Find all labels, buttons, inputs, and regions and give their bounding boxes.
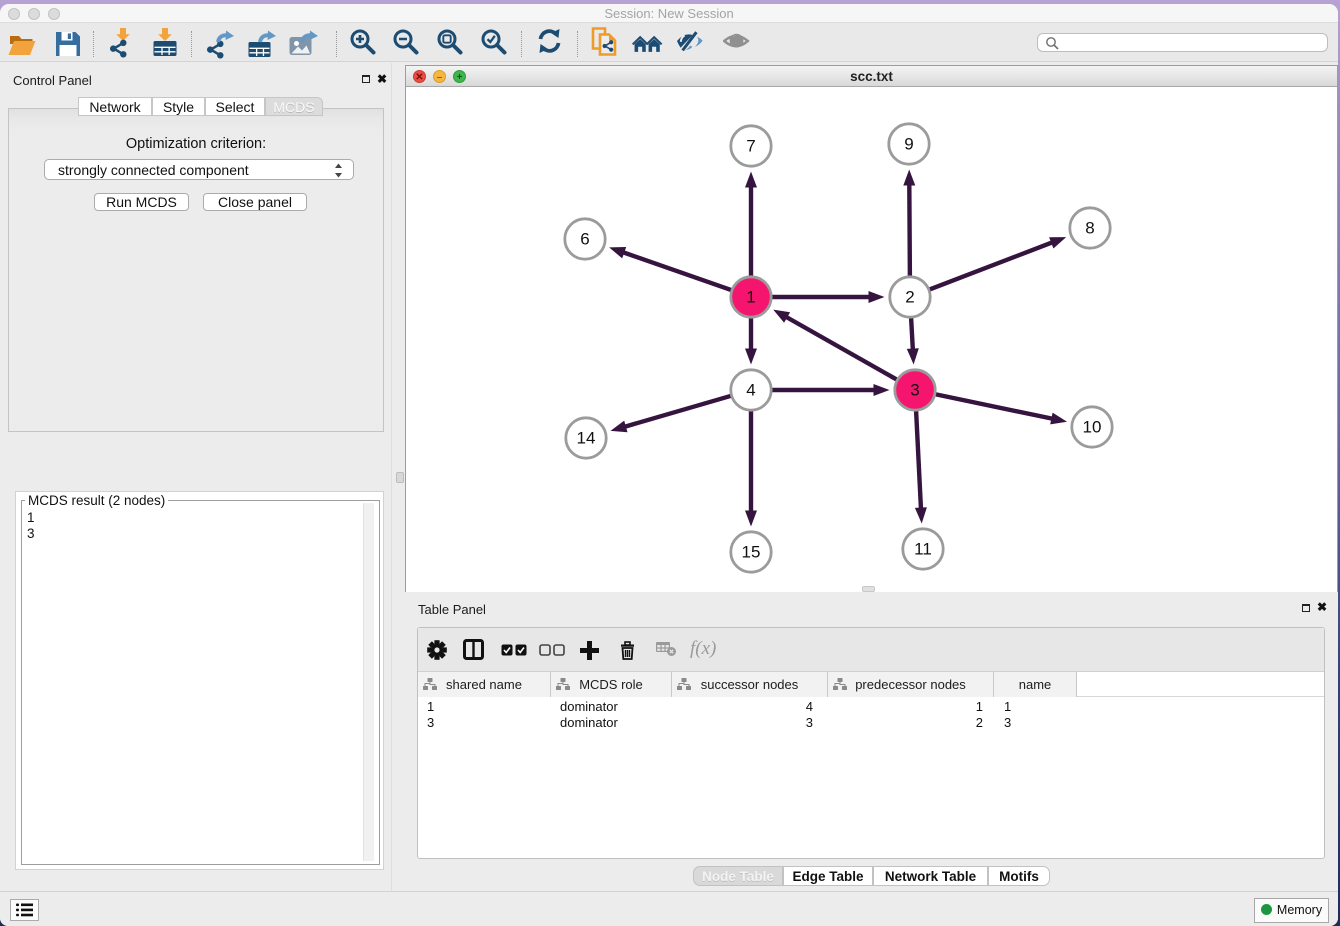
svg-text:3: 3 bbox=[910, 381, 919, 400]
svg-text:6: 6 bbox=[580, 230, 589, 249]
svg-text:10: 10 bbox=[1083, 418, 1102, 437]
svg-text:14: 14 bbox=[577, 429, 596, 448]
svg-text:4: 4 bbox=[746, 381, 755, 400]
svg-text:8: 8 bbox=[1085, 219, 1094, 238]
svg-text:15: 15 bbox=[742, 543, 761, 562]
svg-text:11: 11 bbox=[914, 540, 932, 559]
svg-text:9: 9 bbox=[904, 135, 913, 154]
svg-text:1: 1 bbox=[746, 288, 755, 307]
svg-text:7: 7 bbox=[746, 137, 755, 156]
svg-text:2: 2 bbox=[905, 288, 914, 307]
